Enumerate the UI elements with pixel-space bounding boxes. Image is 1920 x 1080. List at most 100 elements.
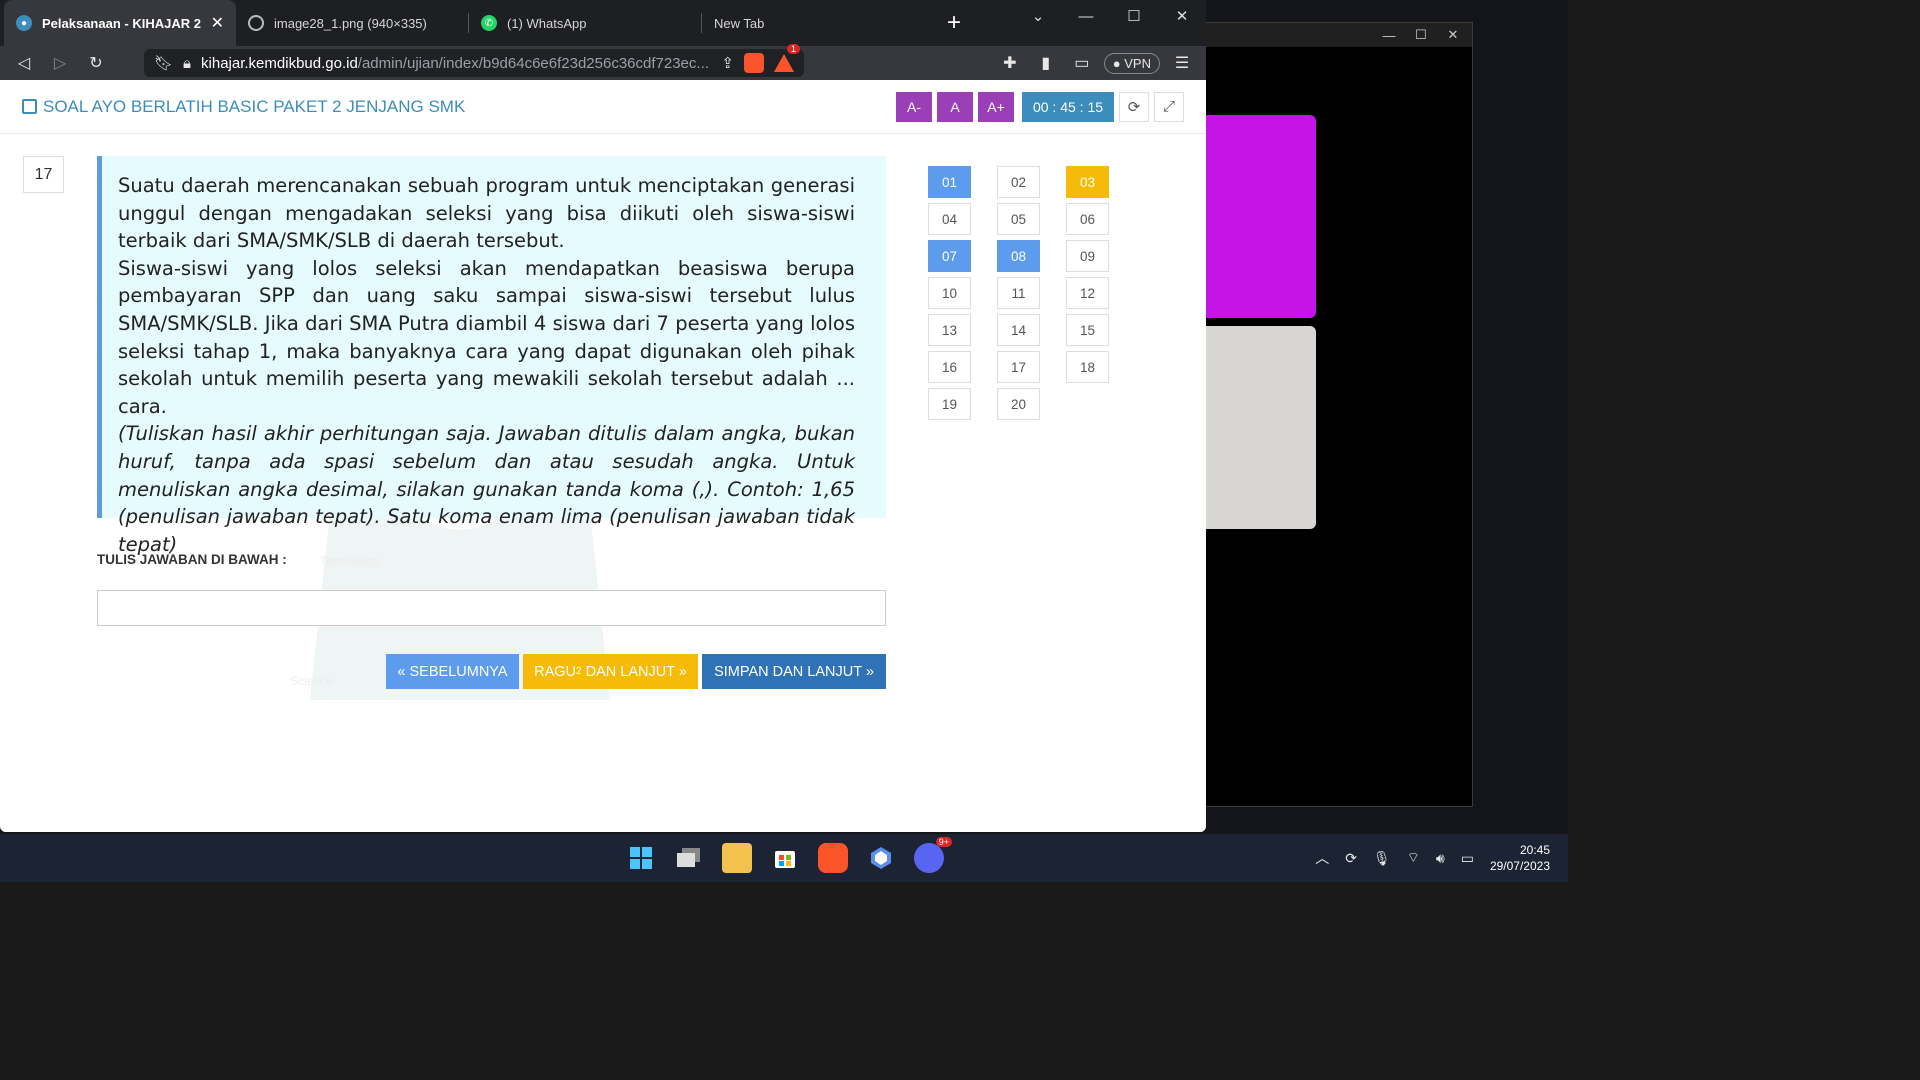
brave-icon[interactable]	[818, 843, 848, 873]
page-content: Technology Science SOAL AYO BERLATIH BAS…	[0, 80, 1206, 832]
question-nav-button[interactable]: 11	[997, 277, 1040, 309]
question-nav-button[interactable]: 05	[997, 203, 1040, 235]
question-nav-button[interactable]: 17	[997, 351, 1040, 383]
doubt-next-button[interactable]: RAGU 2 DAN LANJUT »	[523, 654, 698, 689]
refresh-icon[interactable]: ⟳	[1119, 91, 1149, 122]
font-reset-button[interactable]: A	[937, 91, 973, 122]
question-nav-button[interactable]: 15	[1066, 314, 1109, 346]
close-icon[interactable]: ✕	[1158, 7, 1206, 25]
system-tray: ︿ ⟳ 🎙︎ ⌔ 🔊︎ ▭ 20:45 29/07/2023	[1315, 834, 1550, 882]
question-nav-button[interactable]: 01	[928, 166, 971, 198]
clock-date: 29/07/2023	[1489, 859, 1550, 873]
share-icon[interactable]: ⇪	[721, 54, 734, 72]
question-nav-button[interactable]: 10	[928, 277, 971, 309]
grey-tile	[1206, 326, 1316, 529]
vpn-button[interactable]: ● VPN	[1103, 52, 1160, 74]
tab-label: New Tab	[714, 15, 765, 31]
font-decrease-button[interactable]: A-	[896, 91, 932, 122]
close-tab-icon[interactable]: ✕	[211, 13, 224, 33]
rewards-badge: 1	[786, 44, 800, 54]
question-nav-button[interactable]: 12	[1066, 277, 1109, 309]
sidebar-icon[interactable]: ▮	[1032, 49, 1060, 77]
task-view-icon[interactable]	[674, 843, 704, 873]
question-nav-button[interactable]: 09	[1066, 240, 1109, 272]
clock[interactable]: 20:45 29/07/2023	[1490, 842, 1550, 874]
fullscreen-icon[interactable]: ⤢	[1154, 91, 1184, 122]
watermark-science: Science	[290, 674, 333, 688]
tab-label: image28_1.png (940×335)	[274, 15, 427, 31]
question-nav-button[interactable]: 07	[928, 240, 971, 272]
clock-time: 20:45	[1519, 843, 1550, 857]
sync-icon[interactable]: ⟳	[1345, 850, 1357, 867]
forward-icon[interactable]: ▷	[46, 49, 74, 77]
tab-search-icon[interactable]: ⌄	[1014, 7, 1062, 25]
wifi-icon[interactable]: ⌔	[1407, 849, 1420, 867]
whatsapp-icon: ✆	[481, 15, 497, 31]
reload-icon[interactable]: ↻	[82, 49, 110, 77]
background-window[interactable]: — ☐ ✕	[1205, 22, 1473, 807]
question-nav-button[interactable]: 02	[997, 166, 1040, 198]
address-bar[interactable]: 🔖︎ 🔒︎ kihajar.kemdikbud.go.id/admin/ujia…	[144, 44, 804, 77]
answer-input[interactable]	[97, 590, 886, 626]
brave-shield-icon[interactable]	[744, 53, 764, 73]
battery-icon[interactable]: ▭	[1461, 850, 1474, 867]
microphone-icon[interactable]: 🎙︎	[1373, 850, 1391, 867]
taskbar-apps: 9+	[626, 834, 952, 882]
maximize-icon[interactable]: ☐	[1110, 7, 1158, 25]
question-nav-button[interactable]: 08	[997, 240, 1040, 272]
app-hexagon-icon[interactable]	[866, 843, 896, 873]
minimize-icon[interactable]: —	[1382, 28, 1396, 43]
question-paragraph: Suatu daerah merencanakan sebuah program…	[118, 174, 855, 253]
menu-icon[interactable]: ☰	[1168, 49, 1196, 77]
question-nav-button[interactable]: 04	[928, 203, 971, 235]
discord-badge: 9+	[935, 837, 952, 847]
question-nav-button[interactable]: 20	[997, 388, 1040, 420]
extensions-icon[interactable]: ✚	[996, 49, 1024, 77]
tab-kihajar[interactable]: ● Pelaksanaan - KIHAJAR 2023 ✕	[4, 0, 236, 46]
url-path: /admin/ujian/index/b9d64c6e6f23d256c36cd…	[357, 54, 709, 72]
question-nav-button[interactable]: 16	[928, 351, 971, 383]
microsoft-store-icon[interactable]	[770, 843, 800, 873]
volume-icon[interactable]: 🔊︎	[1436, 850, 1445, 867]
edit-icon	[22, 99, 37, 114]
timer: 00 : 45 : 15	[1022, 91, 1114, 122]
close-icon[interactable]: ✕	[1446, 27, 1460, 43]
wallet-icon[interactable]: ▭	[1068, 49, 1096, 77]
new-tab-button[interactable]: +	[934, 9, 974, 37]
url-text[interactable]: kihajar.kemdikbud.go.id/admin/ujian/inde…	[201, 55, 711, 72]
question-nav-button[interactable]: 13	[928, 314, 971, 346]
question-nav-button[interactable]: 03	[1066, 166, 1109, 198]
window-controls: ⌄ — ☐ ✕	[1014, 0, 1206, 32]
question-grid: 01 02 03 04 05 06 07 08 09 10 11 12 13 14 15 16 17 18 19 20	[928, 166, 1109, 420]
save-next-button[interactable]: SIMPAN DAN LANJUT »	[702, 654, 886, 689]
tab-label: (1) WhatsApp	[507, 15, 587, 31]
tab-newtab[interactable]: New Tab	[702, 0, 934, 46]
maximize-icon[interactable]: ☐	[1414, 27, 1428, 43]
page-title-text: SOAL AYO BERLATIH BASIC PAKET 2 JENJANG …	[43, 96, 466, 116]
question-nav-button[interactable]: 06	[1066, 203, 1109, 235]
globe-icon	[248, 15, 264, 31]
tab-label: Pelaksanaan - KIHAJAR 2023	[42, 15, 201, 31]
previous-button[interactable]: « SEBELUMNYA	[386, 654, 519, 689]
tab-image[interactable]: image28_1.png (940×335)	[236, 0, 468, 46]
question-paragraph: Siswa-siswi yang lolos seleksi akan mend…	[118, 256, 855, 418]
font-increase-button[interactable]: A+	[978, 91, 1014, 122]
tab-whatsapp[interactable]: ✆ (1) WhatsApp	[469, 0, 701, 46]
bookmark-icon[interactable]: 🔖︎	[154, 54, 173, 72]
question-nav-button[interactable]: 14	[997, 314, 1040, 346]
answer-label: TULIS JAWABAN DI BAWAH :	[97, 552, 287, 567]
tab-bar: ● Pelaksanaan - KIHAJAR 2023 ✕ image28_1…	[0, 0, 1206, 46]
windows-start-icon[interactable]	[626, 843, 656, 873]
minimize-icon[interactable]: —	[1062, 8, 1110, 25]
back-icon[interactable]: ◁	[10, 49, 38, 77]
question-nav-button[interactable]: 19	[928, 388, 971, 420]
discord-icon[interactable]: 9+	[914, 837, 952, 873]
kemdikbud-icon: ●	[16, 15, 32, 31]
question-nav-button[interactable]: 18	[1066, 351, 1109, 383]
background-window-titlebar: — ☐ ✕	[1206, 23, 1472, 47]
file-explorer-icon[interactable]	[722, 843, 752, 873]
brave-rewards-icon[interactable]: 1	[774, 44, 800, 72]
browser-toolbar: ◁ ▷ ↻ 🔖︎ 🔒︎ kihajar.kemdikbud.go.id/admi…	[0, 44, 1206, 80]
chevron-up-icon[interactable]: ︿	[1315, 848, 1329, 868]
purple-tile	[1206, 115, 1316, 318]
